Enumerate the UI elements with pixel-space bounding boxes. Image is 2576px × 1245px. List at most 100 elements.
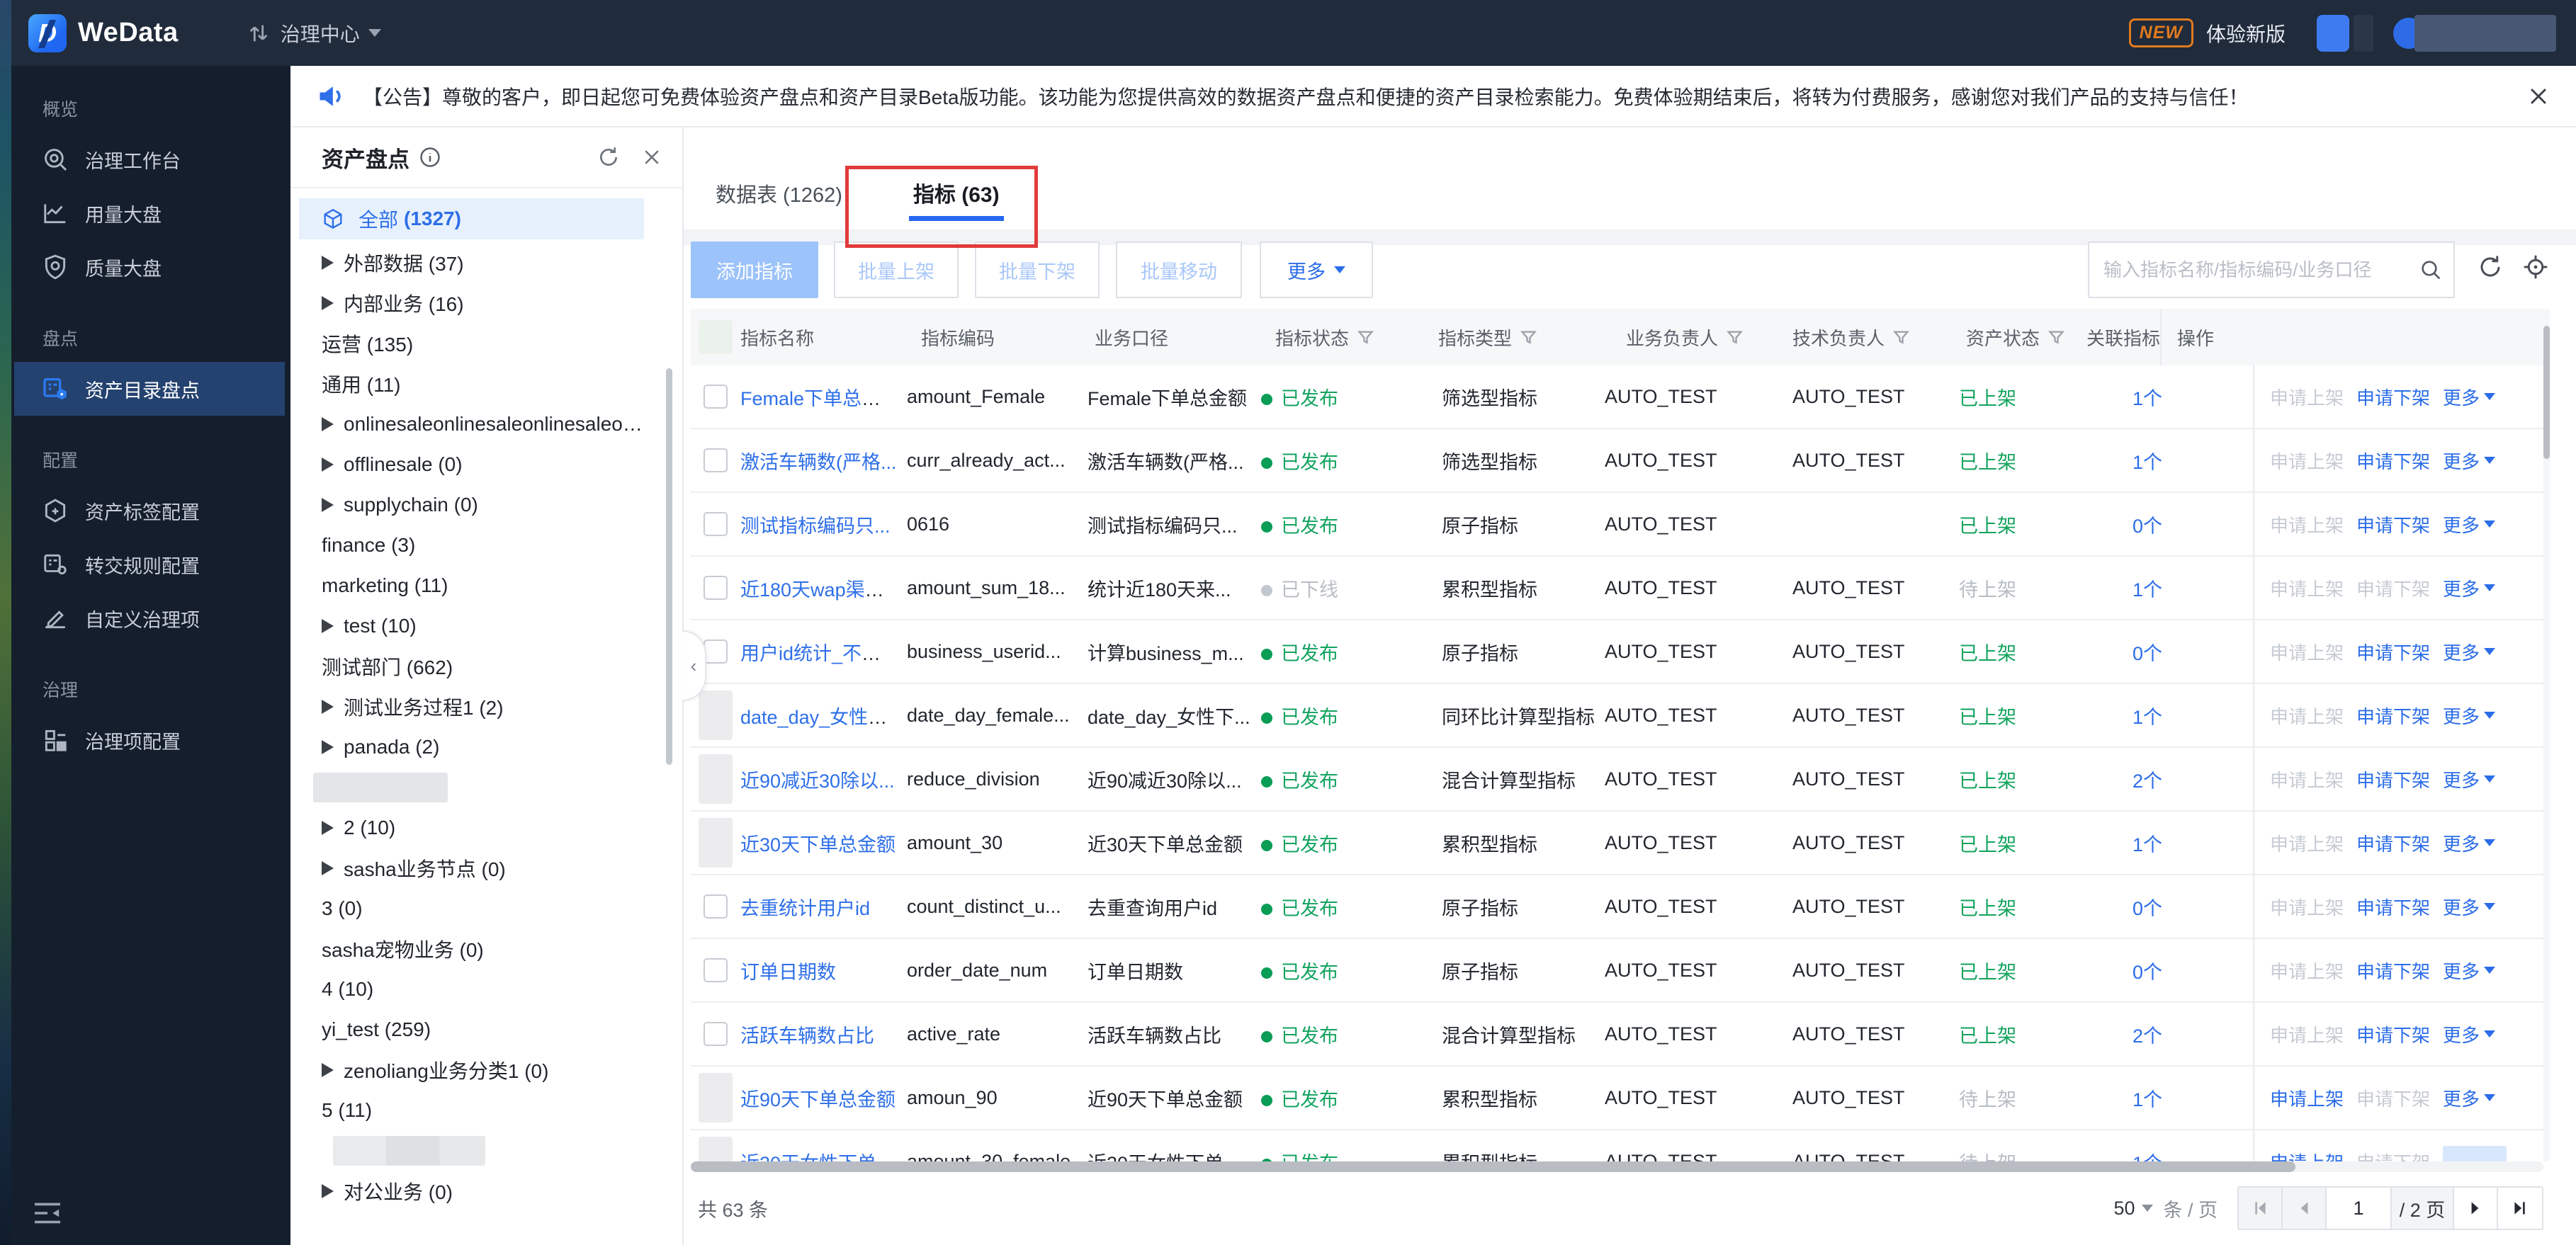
tree-item[interactable]: 测试业务过程1 (2) bbox=[290, 686, 682, 727]
row-checkbox[interactable] bbox=[704, 576, 728, 600]
metric-name-link[interactable]: 用户id统计_不去重 bbox=[740, 643, 900, 664]
expand-arrow-icon[interactable] bbox=[322, 618, 334, 633]
apply-publish-link[interactable]: 申请上架 bbox=[2270, 1085, 2344, 1111]
metric-name-link[interactable]: 活跃车辆数占比 bbox=[740, 1025, 874, 1047]
row-more-dropdown[interactable]: 更多 bbox=[2443, 957, 2496, 984]
metric-name-link[interactable]: 去重统计用户id bbox=[740, 898, 870, 919]
tree-item[interactable]: 5 (11) bbox=[290, 1090, 682, 1130]
apply-publish-link[interactable]: 申请上架 bbox=[2270, 957, 2344, 984]
apply-publish-link[interactable]: 申请上架 bbox=[2270, 766, 2344, 792]
apply-publish-link[interactable]: 申请上架 bbox=[2270, 830, 2344, 856]
tree-item[interactable]: 3 (0) bbox=[290, 888, 682, 928]
row-more-dropdown[interactable]: 更多 bbox=[2443, 511, 2496, 538]
apply-publish-link[interactable]: 申请上架 bbox=[2270, 1149, 2344, 1163]
row-checkbox[interactable] bbox=[704, 1022, 728, 1046]
sidebar-item-custom-governance-item[interactable]: 自定义治理项 bbox=[0, 591, 290, 645]
funnel-icon[interactable] bbox=[1519, 328, 1538, 347]
apply-publish-link[interactable]: 申请上架 bbox=[2270, 703, 2344, 729]
tab-data-tables[interactable]: 数据表 (1262) bbox=[716, 178, 842, 227]
tree-item[interactable]: marketing (11) bbox=[290, 565, 682, 606]
related-metrics-link[interactable]: 1个 bbox=[2132, 707, 2162, 728]
try-new-version-link[interactable]: 体验新版 bbox=[2206, 19, 2286, 47]
related-metrics-link[interactable]: 2个 bbox=[2132, 1025, 2162, 1047]
tree-item[interactable]: 运营 (135) bbox=[290, 323, 682, 363]
sidebar-item-governance-item-config[interactable]: 治理项配置 bbox=[0, 713, 290, 767]
row-checkbox[interactable] bbox=[699, 818, 733, 868]
apply-unpublish-link[interactable]: 申请下架 bbox=[2356, 1149, 2430, 1163]
metric-name-link[interactable]: date_day_女性下... bbox=[740, 707, 903, 728]
expand-arrow-icon[interactable] bbox=[322, 1183, 334, 1198]
expand-arrow-icon[interactable] bbox=[322, 255, 334, 270]
metric-name-link[interactable]: 订单日期数 bbox=[740, 962, 836, 983]
apply-unpublish-link[interactable]: 申请下架 bbox=[2356, 957, 2430, 984]
tree-item[interactable]: 4 (10) bbox=[290, 969, 682, 1009]
add-metric-button[interactable]: 添加指标 bbox=[691, 241, 818, 298]
tree-scrollbar[interactable] bbox=[666, 368, 672, 765]
related-metrics-link[interactable]: 1个 bbox=[2132, 579, 2162, 601]
page-size-select[interactable]: 50 bbox=[2113, 1198, 2154, 1220]
page-number-input[interactable]: 1 bbox=[2327, 1188, 2392, 1229]
apply-unpublish-link[interactable]: 申请下架 bbox=[2356, 1085, 2430, 1111]
apply-publish-link[interactable]: 申请上架 bbox=[2270, 1021, 2344, 1047]
row-checkbox[interactable] bbox=[699, 1073, 733, 1122]
refresh-icon[interactable] bbox=[2478, 254, 2503, 280]
gear-icon[interactable] bbox=[2523, 254, 2548, 280]
select-all-checkbox[interactable] bbox=[699, 320, 733, 354]
apply-unpublish-link[interactable]: 申请下架 bbox=[2356, 511, 2430, 538]
row-checkbox[interactable] bbox=[704, 958, 728, 982]
metric-name-link[interactable]: Female下单总金额 bbox=[740, 388, 900, 409]
info-icon[interactable] bbox=[419, 147, 441, 168]
tree-item[interactable]: panada (2) bbox=[290, 727, 682, 767]
apply-unpublish-link[interactable]: 申请下架 bbox=[2356, 639, 2430, 665]
apply-unpublish-link[interactable]: 申请下架 bbox=[2356, 703, 2430, 729]
tree-item[interactable]: 对公业务 (0) bbox=[290, 1171, 682, 1211]
row-more-dropdown[interactable]: 更多 bbox=[2443, 1085, 2496, 1111]
refresh-icon[interactable] bbox=[597, 146, 620, 169]
metric-name-link[interactable]: 近90天下单总金额 bbox=[740, 1089, 896, 1110]
expand-arrow-icon[interactable] bbox=[322, 497, 334, 512]
expand-arrow-icon[interactable] bbox=[322, 860, 334, 875]
close-icon[interactable] bbox=[2526, 84, 2550, 108]
row-more-dropdown[interactable]: 更多 bbox=[2443, 1145, 2507, 1162]
row-checkbox[interactable] bbox=[704, 639, 728, 664]
expand-arrow-icon[interactable] bbox=[322, 699, 334, 714]
expand-arrow-icon[interactable] bbox=[322, 416, 334, 431]
row-more-dropdown[interactable]: 更多 bbox=[2443, 575, 2496, 601]
metric-name-link[interactable]: 近30天女性下单... bbox=[740, 1153, 893, 1163]
more-button[interactable]: 更多 bbox=[1260, 241, 1373, 298]
expand-arrow-icon[interactable] bbox=[322, 1062, 334, 1077]
funnel-icon[interactable] bbox=[1356, 328, 1375, 347]
apply-publish-link[interactable]: 申请上架 bbox=[2270, 448, 2344, 474]
tree-item[interactable]: yi_test (259) bbox=[290, 1009, 682, 1050]
related-metrics-link[interactable]: 0个 bbox=[2132, 962, 2162, 983]
tree-item[interactable]: sasha宠物业务 (0) bbox=[290, 928, 682, 969]
tree-item[interactable]: finance (3) bbox=[290, 525, 682, 565]
search-box[interactable] bbox=[2088, 241, 2455, 298]
expand-arrow-icon[interactable] bbox=[322, 820, 334, 835]
tree-item[interactable]: 2 (10) bbox=[290, 807, 682, 848]
sidebar-item-transfer-rule-config[interactable]: 转交规则配置 bbox=[0, 538, 290, 591]
sidebar-item-asset-catalog-inventory[interactable]: 资产目录盘点 bbox=[14, 362, 285, 416]
row-more-dropdown[interactable]: 更多 bbox=[2443, 639, 2496, 665]
tree-item[interactable]: offlinesale (0) bbox=[290, 444, 682, 484]
vertical-scrollbar-thumb[interactable] bbox=[2543, 326, 2550, 459]
related-metrics-link[interactable]: 2个 bbox=[2132, 771, 2162, 792]
tree-item[interactable]: sasha业务节点 (0) bbox=[290, 848, 682, 888]
related-metrics-link[interactable]: 0个 bbox=[2132, 516, 2162, 537]
related-metrics-link[interactable]: 1个 bbox=[2132, 834, 2162, 855]
metric-name-link[interactable]: 测试指标编码只... bbox=[740, 516, 891, 537]
row-more-dropdown[interactable]: 更多 bbox=[2443, 894, 2496, 920]
funnel-icon[interactable] bbox=[1725, 328, 1744, 347]
row-checkbox[interactable] bbox=[704, 894, 728, 919]
next-page-button[interactable] bbox=[2454, 1188, 2498, 1229]
tree-item[interactable] bbox=[290, 1130, 682, 1171]
related-metrics-link[interactable]: 1个 bbox=[2132, 1089, 2162, 1110]
tree-item[interactable]: 通用 (11) bbox=[290, 363, 682, 404]
sidebar-collapse-button[interactable] bbox=[32, 1200, 63, 1229]
tree-item[interactable]: 测试部门 (662) bbox=[290, 646, 682, 686]
related-metrics-link[interactable]: 0个 bbox=[2132, 643, 2162, 664]
row-more-dropdown[interactable]: 更多 bbox=[2443, 384, 2496, 410]
row-checkbox[interactable] bbox=[699, 690, 733, 740]
row-more-dropdown[interactable]: 更多 bbox=[2443, 448, 2496, 474]
tree-item[interactable] bbox=[290, 767, 682, 807]
